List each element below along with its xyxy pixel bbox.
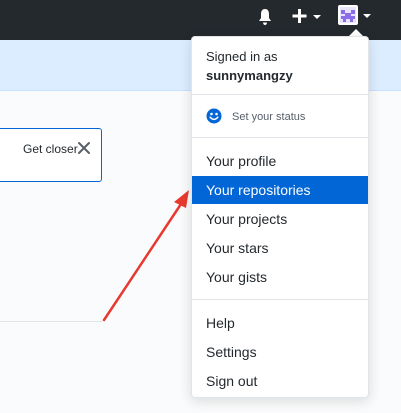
notice-text: Get closer xyxy=(23,142,78,156)
menu-item-label: Your stars xyxy=(206,240,269,256)
menu-item-label: Your repositories xyxy=(206,182,311,198)
menu-divider xyxy=(192,137,368,138)
github-page: Get closer Signed in as sunnymangzy Set … xyxy=(0,0,401,413)
menu-item-label: Your gists xyxy=(206,269,267,285)
menu-item-label: Your projects xyxy=(206,211,288,227)
create-new-dropdown[interactable] xyxy=(292,7,322,25)
menu-item-your-gists[interactable]: Your gists xyxy=(192,263,368,291)
menu-item-your-repositories[interactable]: Your repositories xyxy=(192,176,368,204)
menu-item-label: Settings xyxy=(206,344,257,360)
smiley-icon xyxy=(206,108,222,124)
content-divider xyxy=(0,321,102,322)
set-status-button[interactable]: Set your status xyxy=(192,102,368,134)
user-dropdown-menu: Signed in as sunnymangzy Set your status… xyxy=(191,36,369,398)
menu-item-your-profile[interactable]: Your profile xyxy=(192,147,368,175)
user-avatar xyxy=(338,5,358,25)
user-menu-toggle[interactable] xyxy=(338,5,372,27)
bell-icon[interactable] xyxy=(257,8,273,26)
global-header xyxy=(0,0,401,40)
set-status-label: Set your status xyxy=(232,111,306,123)
menu-item-your-stars[interactable]: Your stars xyxy=(192,234,368,262)
menu-item-sign-out[interactable]: Sign out xyxy=(192,367,368,395)
close-icon[interactable] xyxy=(77,141,91,155)
menu-item-your-projects[interactable]: Your projects xyxy=(192,205,368,233)
dropdown-caret xyxy=(349,29,363,36)
menu-item-label: Sign out xyxy=(206,373,258,389)
menu-item-settings[interactable]: Settings xyxy=(192,338,368,366)
menu-item-label: Help xyxy=(206,315,235,331)
caret-down-icon xyxy=(363,14,371,18)
username: sunnymangzy xyxy=(206,68,293,83)
menu-divider xyxy=(192,94,368,95)
signed-in-label: Signed in as xyxy=(206,49,278,64)
notice-card: Get closer xyxy=(0,128,102,182)
caret-down-icon xyxy=(313,15,321,19)
menu-divider xyxy=(192,299,368,300)
menu-item-help[interactable]: Help xyxy=(192,309,368,337)
menu-item-label: Your profile xyxy=(206,153,277,169)
plus-icon xyxy=(292,9,307,23)
